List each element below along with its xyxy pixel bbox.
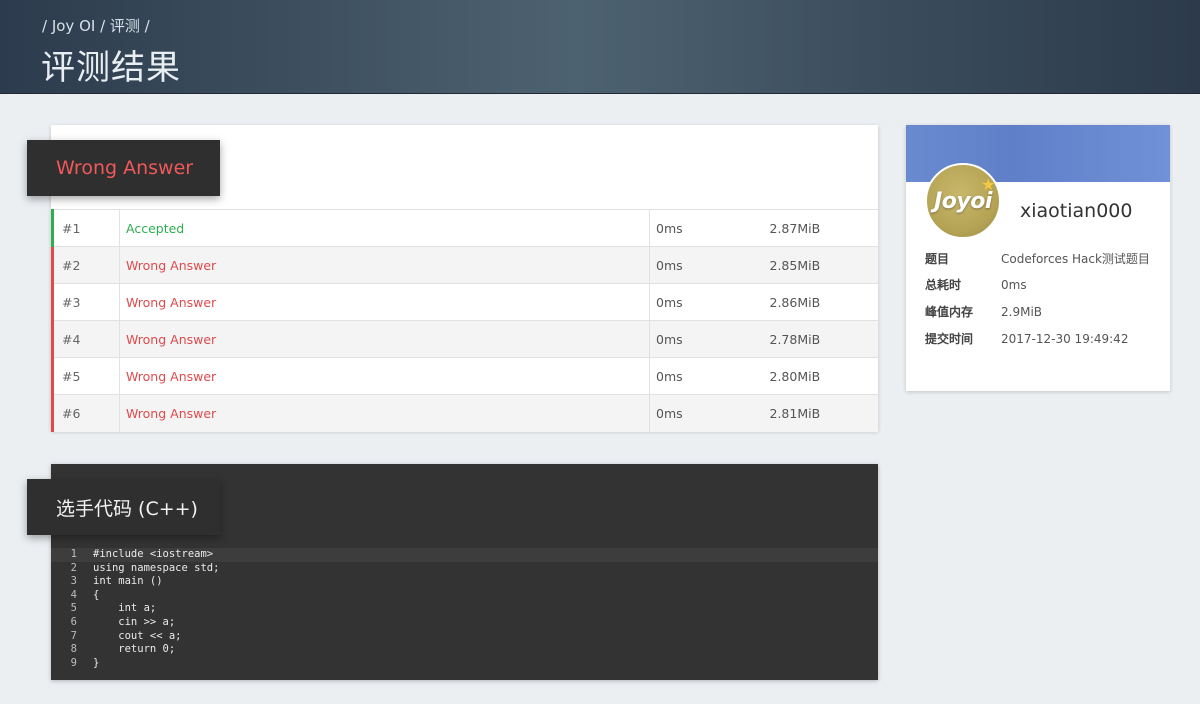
- case-memory: 2.86MiB: [763, 283, 878, 321]
- line-number: 8: [70, 643, 77, 656]
- line-text: cin >> a;: [93, 615, 176, 628]
- case-status: Wrong Answer: [119, 357, 650, 395]
- code-line: 9}: [51, 657, 878, 671]
- line-number: 2: [70, 561, 77, 574]
- info-key: 题目: [925, 252, 950, 266]
- code-line: 4{: [51, 589, 878, 603]
- code-line: 7 cout << a;: [51, 630, 878, 644]
- test-case-table: #1 Accepted 0ms 2.87MiB #2 Wrong Answer …: [51, 209, 878, 432]
- case-number: #5: [51, 357, 120, 395]
- info-key: 提交时间: [925, 332, 974, 346]
- line-number: 1: [70, 548, 77, 560]
- case-number: #1: [51, 209, 120, 247]
- case-number: #6: [51, 394, 120, 432]
- user-info-card: Joyoi ★ xiaotian000 题目 Codeforces Hack测试题…: [906, 125, 1170, 391]
- info-row-problem: 题目 Codeforces Hack测试题目: [925, 250, 1150, 268]
- info-value: 2.9MiB: [1001, 305, 1043, 319]
- info-value: 0ms: [1001, 278, 1027, 292]
- problem-link[interactable]: Codeforces Hack测试题目: [1001, 252, 1150, 266]
- case-memory: 2.87MiB: [763, 209, 878, 247]
- case-time: 0ms: [649, 246, 764, 284]
- case-time: 0ms: [649, 320, 764, 358]
- page-header: / Joy OI / 评测 / 评测结果: [0, 0, 1200, 94]
- info-key: 总耗时: [925, 278, 962, 292]
- source-code[interactable]: 1 #include <iostream> 2 using namespace st…: [51, 548, 878, 670]
- line-text: cout << a;: [93, 629, 182, 642]
- info-row-total-time: 总耗时 0ms: [925, 276, 1027, 294]
- case-time: 0ms: [649, 209, 764, 247]
- code-title: 选手代码 (C++): [27, 479, 220, 535]
- breadcrumb[interactable]: / Joy OI / 评测 /: [42, 15, 150, 36]
- line-text: int main (): [93, 575, 163, 588]
- info-key: 峰值内存: [925, 305, 974, 319]
- info-value: 2017-12-30 19:49:42: [1001, 332, 1129, 346]
- line-text: #include <iostream>: [93, 548, 214, 560]
- table-row: #6 Wrong Answer 0ms 2.81MiB: [51, 394, 878, 432]
- line-text: using namespace std;: [93, 561, 220, 574]
- table-row: #1 Accepted 0ms 2.87MiB: [51, 209, 878, 247]
- case-status: Wrong Answer: [119, 246, 650, 284]
- case-number: #2: [51, 246, 120, 284]
- code-line: 5 int a;: [51, 602, 878, 616]
- line-number: 4: [70, 588, 77, 601]
- info-row-peak-memory: 峰值内存 2.9MiB: [925, 303, 1042, 321]
- avatar[interactable]: Joyoi ★: [925, 163, 1001, 239]
- verdict-label: Wrong Answer: [27, 140, 220, 196]
- case-status: Wrong Answer: [119, 394, 650, 432]
- table-row: #2 Wrong Answer 0ms 2.85MiB: [51, 246, 878, 284]
- line-number: 6: [70, 615, 77, 628]
- case-status: Wrong Answer: [119, 283, 650, 321]
- username[interactable]: xiaotian000: [1020, 200, 1132, 222]
- case-memory: 2.78MiB: [763, 320, 878, 358]
- info-row-submit-time: 提交时间 2017-12-30 19:49:42: [925, 330, 1128, 348]
- code-line: 6 cin >> a;: [51, 616, 878, 630]
- case-status: Wrong Answer: [119, 320, 650, 358]
- case-time: 0ms: [649, 283, 764, 321]
- page-title: 评测结果: [41, 48, 181, 88]
- line-text: int a;: [93, 602, 157, 615]
- case-memory: 2.81MiB: [763, 394, 878, 432]
- line-number: 7: [70, 629, 77, 642]
- line-text: }: [93, 656, 100, 669]
- code-line: 3 int main (): [51, 575, 878, 589]
- case-time: 0ms: [649, 394, 764, 432]
- case-memory: 2.85MiB: [763, 246, 878, 284]
- code-line: 1 #include <iostream>: [51, 548, 878, 562]
- star-icon: ★: [981, 175, 995, 194]
- table-row: #5 Wrong Answer 0ms 2.80MiB: [51, 357, 878, 395]
- case-number: #4: [51, 320, 120, 358]
- line-number: 5: [70, 602, 77, 615]
- line-text: return 0;: [93, 643, 176, 656]
- case-memory: 2.80MiB: [763, 357, 878, 395]
- table-row: #4 Wrong Answer 0ms 2.78MiB: [51, 320, 878, 358]
- case-time: 0ms: [649, 357, 764, 395]
- line-number: 3: [70, 575, 77, 588]
- line-number: 9: [70, 656, 77, 669]
- code-line: 8 return 0;: [51, 643, 878, 657]
- case-status: Accepted: [119, 209, 650, 247]
- case-number: #3: [51, 283, 120, 321]
- table-row: #3 Wrong Answer 0ms 2.86MiB: [51, 283, 878, 321]
- code-line: 2 using namespace std;: [51, 562, 878, 576]
- line-text: {: [93, 588, 100, 601]
